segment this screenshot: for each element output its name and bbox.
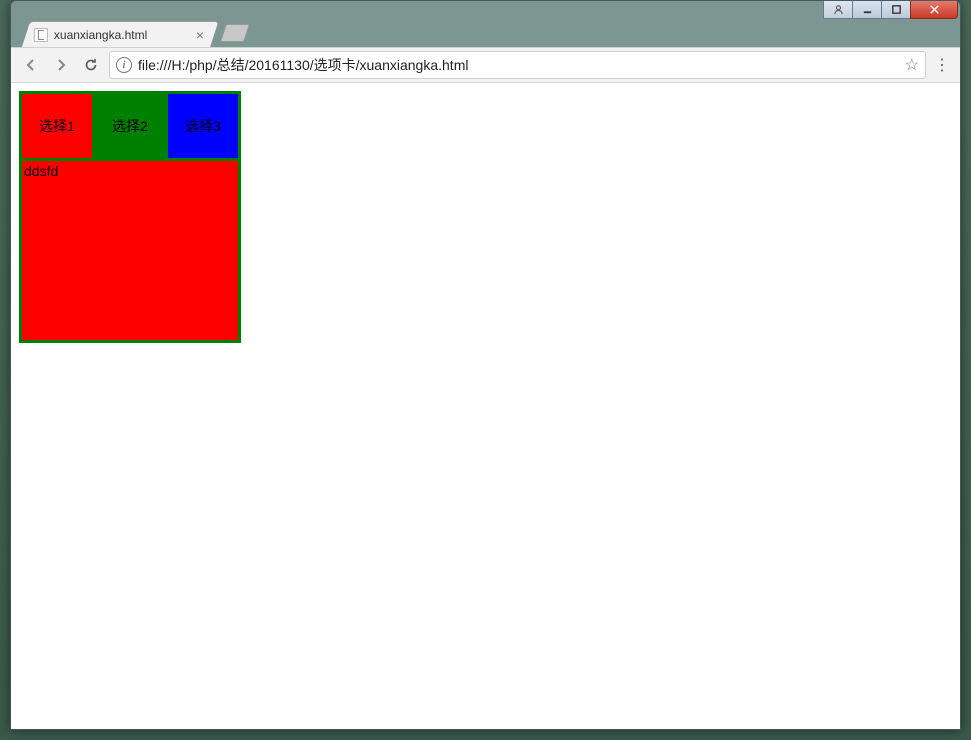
window-titlebar	[11, 1, 960, 19]
address-bar[interactable]: i file:///H:/php/总结/20161130/选项卡/xuanxia…	[109, 51, 926, 79]
page-content: 选择1 选择2 选择3 ddsfd	[11, 83, 960, 729]
browser-tab[interactable]: xuanxiangka.html ×	[21, 21, 219, 47]
tab-strip: xuanxiangka.html ×	[11, 19, 960, 47]
new-tab-button[interactable]	[220, 24, 250, 42]
reload-button[interactable]	[79, 53, 103, 77]
url-text: file:///H:/php/总结/20161130/选项卡/xuanxiang…	[138, 55, 899, 75]
file-icon	[34, 28, 48, 42]
forward-button[interactable]	[49, 53, 73, 77]
tab-close-icon[interactable]: ×	[194, 27, 206, 43]
tab-option-2[interactable]: 选择2	[95, 94, 168, 158]
close-button[interactable]	[910, 1, 958, 19]
user-icon[interactable]	[823, 1, 853, 19]
minimize-button[interactable]	[852, 1, 882, 19]
tab-option-1[interactable]: 选择1	[22, 94, 95, 158]
bookmark-icon[interactable]: ☆	[905, 55, 919, 75]
site-info-icon[interactable]: i	[116, 57, 132, 73]
tabs-widget: 选择1 选择2 选择3 ddsfd	[19, 91, 241, 343]
menu-button[interactable]: ⋮	[932, 55, 952, 75]
panel-text: ddsfd	[24, 163, 58, 179]
tab-title: xuanxiangka.html	[54, 28, 188, 42]
tab-option-3[interactable]: 选择3	[168, 94, 238, 158]
tabs-row: 选择1 选择2 选择3	[22, 94, 238, 158]
toolbar: i file:///H:/php/总结/20161130/选项卡/xuanxia…	[11, 47, 960, 83]
maximize-button[interactable]	[881, 1, 911, 19]
back-button[interactable]	[19, 53, 43, 77]
tab-panel: ddsfd	[22, 158, 238, 340]
browser-window: xuanxiangka.html × i file:///H:/php/总结/2…	[10, 0, 961, 730]
